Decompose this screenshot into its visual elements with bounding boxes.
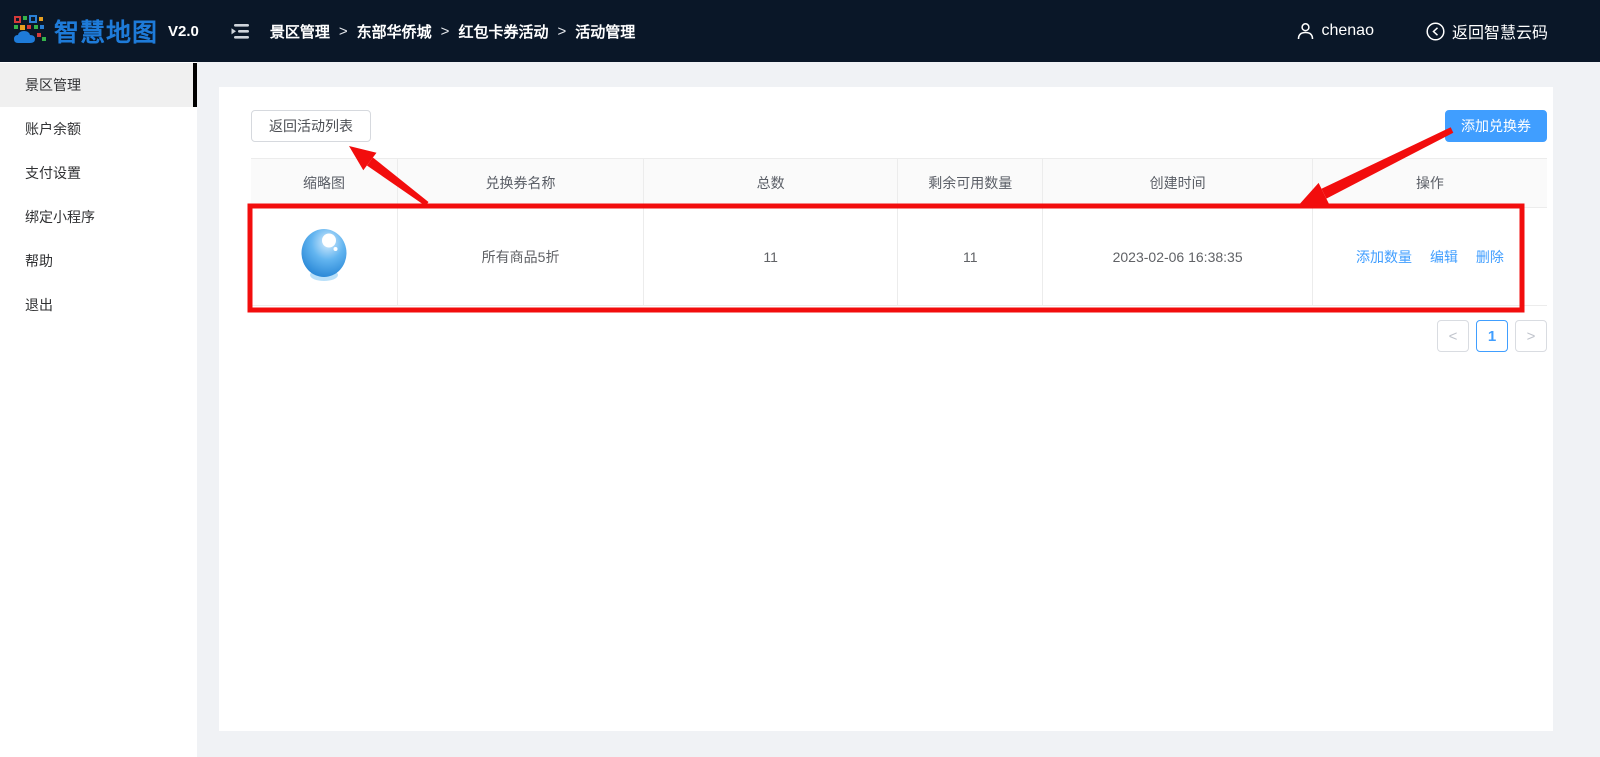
sidebar-item-help[interactable]: 帮助 — [0, 239, 197, 283]
brand-version: V2.0 — [168, 23, 199, 40]
toolbar: 返回活动列表 添加兑换券 — [251, 110, 1547, 142]
column-actions: 操作 — [1312, 159, 1547, 208]
back-to-activity-list-button[interactable]: 返回活动列表 — [251, 110, 371, 142]
active-indicator — [193, 63, 197, 107]
return-cloud-label: 返回智慧云码 — [1452, 19, 1548, 43]
column-thumbnail: 缩略图 — [251, 159, 397, 208]
cell-remaining: 11 — [898, 208, 1043, 306]
sidebar-item-account-balance[interactable]: 账户余额 — [0, 107, 197, 151]
return-cloud-link[interactable]: 返回智慧云码 — [1426, 19, 1548, 43]
pagination: < 1 > — [251, 320, 1547, 352]
pagination-next-button[interactable]: > — [1515, 320, 1547, 352]
coupon-thumbnail-image — [299, 226, 349, 284]
sidebar-item-label: 账户余额 — [25, 121, 81, 137]
cell-created-time: 2023-02-06 16:38:35 — [1043, 208, 1313, 306]
coupon-card: 返回活动列表 添加兑换券 缩略图 兑换券名称 总数 剩余可用数量 创建时间 操作 — [219, 87, 1553, 731]
delete-link[interactable]: 删除 — [1476, 249, 1504, 265]
column-remaining: 剩余可用数量 — [898, 159, 1043, 208]
breadcrumb-item-1[interactable]: 景区管理 — [270, 21, 330, 42]
column-created-time: 创建时间 — [1043, 159, 1313, 208]
sidebar-item-label: 帮助 — [25, 253, 53, 269]
sidebar-item-bind-miniprogram[interactable]: 绑定小程序 — [0, 195, 197, 239]
breadcrumb-separator: > — [339, 23, 348, 40]
sidebar: 景区管理 账户余额 支付设置 绑定小程序 帮助 退出 — [0, 62, 197, 757]
user-menu[interactable]: chenao — [1297, 22, 1374, 40]
sidebar-item-label: 绑定小程序 — [25, 209, 95, 225]
add-coupon-button[interactable]: 添加兑换券 — [1445, 110, 1547, 142]
sidebar-item-label: 景区管理 — [25, 77, 81, 93]
table-row: 所有商品5折 11 11 2023-02-06 16:38:35 添加数量 编辑… — [251, 208, 1547, 306]
pagination-page-1[interactable]: 1 — [1476, 320, 1508, 352]
table-header-row: 缩略图 兑换券名称 总数 剩余可用数量 创建时间 操作 — [251, 159, 1547, 208]
user-icon — [1297, 22, 1314, 40]
cell-total: 11 — [644, 208, 898, 306]
add-quantity-link[interactable]: 添加数量 — [1356, 249, 1412, 265]
sidebar-collapse-icon[interactable] — [231, 23, 250, 40]
logo-icon — [12, 13, 48, 49]
breadcrumb-separator: > — [557, 23, 566, 40]
breadcrumb-item-3[interactable]: 红包卡券活动 — [458, 21, 548, 42]
breadcrumb-item-2[interactable]: 东部华侨城 — [357, 21, 432, 42]
column-coupon-name: 兑换券名称 — [397, 159, 643, 208]
sidebar-item-label: 支付设置 — [25, 165, 81, 181]
edit-link[interactable]: 编辑 — [1430, 249, 1458, 265]
topbar-right: chenao 返回智慧云码 — [1297, 19, 1548, 43]
topbar: 智慧地图 V2.0 景区管理 > 东部华侨城 > 红包卡券活动 > 活动管理 c… — [0, 0, 1600, 62]
breadcrumb-separator: > — [441, 23, 450, 40]
breadcrumb: 景区管理 > 东部华侨城 > 红包卡券活动 > 活动管理 — [270, 21, 635, 42]
brand-title: 智慧地图 — [54, 13, 158, 49]
cell-thumbnail — [251, 208, 397, 306]
cell-actions: 添加数量 编辑 删除 — [1312, 208, 1547, 306]
sidebar-item-label: 退出 — [25, 297, 53, 313]
pagination-prev-button[interactable]: < — [1437, 320, 1469, 352]
logo: 智慧地图 V2.0 — [12, 13, 199, 49]
content-area: 返回活动列表 添加兑换券 缩略图 兑换券名称 总数 剩余可用数量 创建时间 操作 — [197, 62, 1600, 757]
coupon-table: 缩略图 兑换券名称 总数 剩余可用数量 创建时间 操作 — [251, 158, 1547, 306]
sidebar-item-scenic-management[interactable]: 景区管理 — [0, 63, 197, 107]
breadcrumb-item-4[interactable]: 活动管理 — [575, 21, 635, 42]
sidebar-item-payment-settings[interactable]: 支付设置 — [0, 151, 197, 195]
cell-coupon-name: 所有商品5折 — [397, 208, 643, 306]
user-name: chenao — [1321, 22, 1374, 40]
sidebar-item-logout[interactable]: 退出 — [0, 283, 197, 327]
column-total: 总数 — [644, 159, 898, 208]
back-circle-icon — [1426, 22, 1445, 41]
page-body: 景区管理 账户余额 支付设置 绑定小程序 帮助 退出 返回活动列表 添加兑 — [0, 62, 1600, 757]
